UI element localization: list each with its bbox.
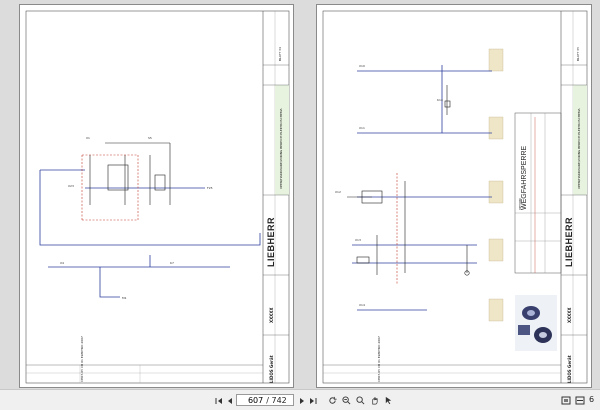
left-sheet-number: BLATT 34 — [278, 46, 282, 61]
page-number-input[interactable] — [243, 395, 264, 405]
prev-page-icon[interactable] — [225, 394, 235, 407]
left-bottom-text: CH07-05 CB 01 ELEKTRO 2007 — [80, 336, 84, 382]
page-total-label: / 742 — [266, 395, 287, 405]
left-project-label: LIDOS Gerät — [269, 355, 274, 383]
right-band-text: OPEN/HARDWARE/WIRING BEREICH ELEKTROSCHE… — [577, 108, 581, 189]
zoom-level[interactable]: 6 — [589, 395, 594, 404]
left-band-text: OPEN/HARDWARE/WIRING BEREICH ELEKTROSCHE… — [279, 108, 283, 189]
search-icon[interactable] — [354, 394, 366, 407]
fit-page-icon[interactable] — [560, 394, 572, 407]
schematic-left-drawing: X1 S5 X23 F25 X4 K7 M1 — [25, 10, 290, 384]
svg-text:K7: K7 — [170, 261, 174, 265]
left-code-label: XXXXX — [269, 307, 274, 323]
page-number-field[interactable]: / 742 — [236, 394, 294, 406]
right-sheet-number: BLATT 35 — [576, 46, 580, 61]
schematic-page-right: X10 X11 X12 X13 X14 K14 LIEBHERR LIDOS G… — [316, 4, 592, 388]
svg-text:X11: X11 — [359, 126, 365, 130]
schematic-page-left: X1 S5 X23 F25 X4 K7 M1 LIEBHERR LIDOS Ge… — [19, 4, 294, 388]
right-brand-logo: LIEBHERR — [564, 216, 574, 267]
svg-text:F25: F25 — [207, 186, 213, 190]
last-page-icon[interactable] — [308, 394, 318, 407]
svg-text:K14: K14 — [437, 98, 443, 102]
next-page-icon[interactable] — [297, 394, 307, 407]
svg-text:X4: X4 — [60, 261, 64, 265]
fit-width-icon[interactable] — [574, 394, 586, 407]
rotate-icon[interactable] — [326, 394, 338, 407]
document-viewport[interactable]: X1 S5 X23 F25 X4 K7 M1 LIEBHERR LIDOS Ge… — [0, 0, 600, 389]
select-tool-icon[interactable] — [382, 394, 394, 407]
svg-text:X14: X14 — [359, 303, 365, 307]
first-page-icon[interactable] — [214, 394, 224, 407]
svg-text:X23: X23 — [68, 184, 74, 188]
svg-text:X12: X12 — [335, 190, 341, 194]
right-project-label: LIDOS Gerät — [567, 355, 572, 383]
right-code-label: XXXXX — [567, 307, 572, 323]
svg-text:X13: X13 — [355, 238, 361, 242]
viewer-toolbar: / 742 6 — [0, 389, 600, 410]
svg-text:S5: S5 — [148, 136, 152, 140]
schematic-right-drawing: X10 X11 X12 X13 X14 K14 — [322, 10, 588, 384]
svg-text:X10: X10 — [359, 64, 365, 68]
hand-tool-icon[interactable] — [368, 394, 380, 407]
svg-text:X1: X1 — [86, 136, 90, 140]
svg-text:M1: M1 — [122, 296, 127, 300]
left-brand-logo: LIEBHERR — [266, 216, 276, 267]
right-bottom-text: CH07-05 CB 01 ELEKTRO 2007 — [377, 336, 381, 382]
component-photo — [515, 295, 557, 351]
right-title-main: WEGFAHRSPERRE — [521, 145, 528, 210]
zoom-out-icon[interactable] — [340, 394, 352, 407]
